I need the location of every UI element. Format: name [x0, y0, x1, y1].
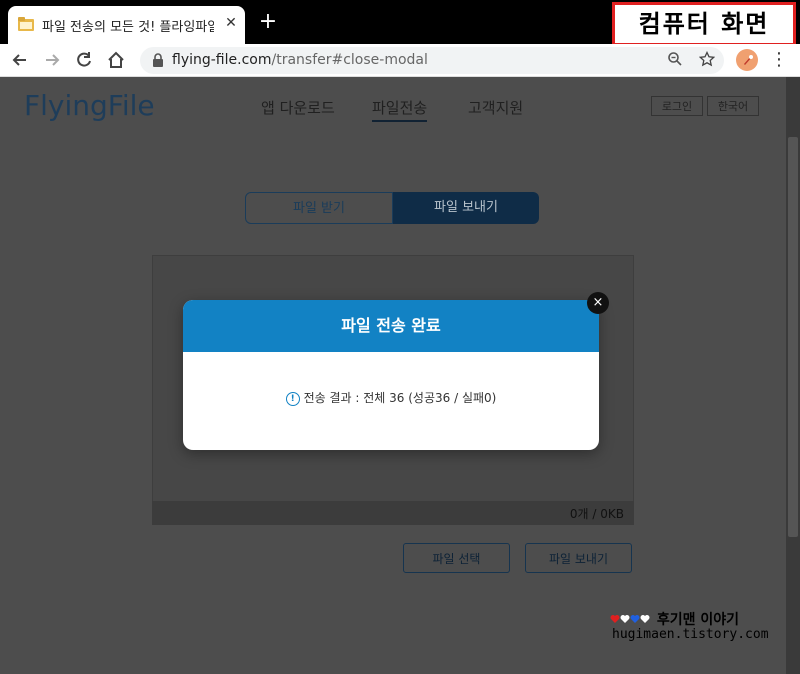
- zoom-button[interactable]: [666, 51, 684, 69]
- forward-button[interactable]: [42, 50, 62, 70]
- home-button[interactable]: [106, 50, 126, 70]
- url-path: /transfer#close-modal: [271, 52, 428, 68]
- select-file-button[interactable]: 파일 선택: [403, 543, 510, 573]
- rocket-icon: [744, 55, 753, 65]
- new-tab-button[interactable]: +: [258, 11, 278, 33]
- address-bar[interactable]: flying-file.com/transfer#close-modal: [140, 47, 724, 74]
- file-summary-bar: 0개 / 0KB: [152, 501, 634, 525]
- tab-receive-file[interactable]: 파일 받기: [245, 192, 393, 224]
- site-logo[interactable]: FlyingFile: [24, 89, 155, 122]
- browser-toolbar: flying-file.com/transfer#close-modal ⋮: [0, 44, 800, 77]
- nav-file-transfer[interactable]: 파일전송: [372, 97, 428, 122]
- watermark-title-row: 후기맨 이야기: [610, 609, 739, 629]
- transfer-result-text: 전송 결과 : 전체 36 (성공36 / 실패0): [303, 391, 497, 405]
- info-icon: !: [285, 391, 300, 406]
- close-tab-icon[interactable]: ✕: [222, 14, 240, 32]
- tab-send-file[interactable]: 파일 보내기: [393, 192, 539, 224]
- modal-title: 파일 전송 완료: [183, 300, 599, 352]
- magnifier-icon: [668, 52, 682, 66]
- modal-close-button[interactable]: ×: [587, 292, 609, 314]
- browser-menu-icon[interactable]: ⋮: [770, 49, 788, 71]
- url-host: flying-file.com: [172, 52, 272, 68]
- reload-button[interactable]: [74, 50, 94, 70]
- modal-message-row: ! 전송 결과 : 전체 36 (성공36 / 실패0): [183, 389, 599, 406]
- arrow-left-icon: [12, 54, 26, 66]
- reload-icon: [77, 52, 91, 67]
- watermark-title: 후기맨 이야기: [656, 612, 740, 628]
- browser-tab[interactable]: 파일 전송의 모든 것! 플라잉파일 ✕: [8, 6, 245, 44]
- scrollbar-thumb[interactable]: [788, 137, 798, 537]
- nav-app-download[interactable]: 앱 다운로드: [261, 97, 335, 118]
- hearts-icon: [610, 615, 650, 623]
- send-file-button[interactable]: 파일 보내기: [525, 543, 632, 573]
- profile-avatar[interactable]: [736, 49, 758, 71]
- login-button[interactable]: 로그인: [651, 96, 703, 116]
- language-button[interactable]: 한국어: [707, 96, 759, 116]
- file-count: 0개 / 0KB: [569, 507, 624, 521]
- page-scrollbar[interactable]: [786, 77, 800, 674]
- tab-title: 파일 전송의 모든 것! 플라잉파일: [42, 20, 214, 35]
- modal-body: ! 전송 결과 : 전체 36 (성공36 / 실패0): [183, 352, 599, 450]
- watermark-url: hugimaen.tistory.com: [612, 627, 769, 642]
- bookmark-button[interactable]: [698, 50, 716, 69]
- screen-label-badge: 컴퓨터 화면: [612, 2, 796, 46]
- back-button[interactable]: [10, 50, 30, 70]
- url-text: flying-file.com/transfer#close-modal: [172, 52, 428, 68]
- transfer-complete-modal: 파일 전송 완료 ! 전송 결과 : 전체 36 (성공36 / 실패0): [183, 300, 599, 450]
- folder-icon: [18, 17, 34, 31]
- lock-icon: [153, 53, 163, 67]
- star-icon: [698, 50, 716, 67]
- nav-support[interactable]: 고객지원: [468, 97, 523, 118]
- arrow-right-icon: [46, 54, 60, 66]
- home-icon: [108, 51, 124, 68]
